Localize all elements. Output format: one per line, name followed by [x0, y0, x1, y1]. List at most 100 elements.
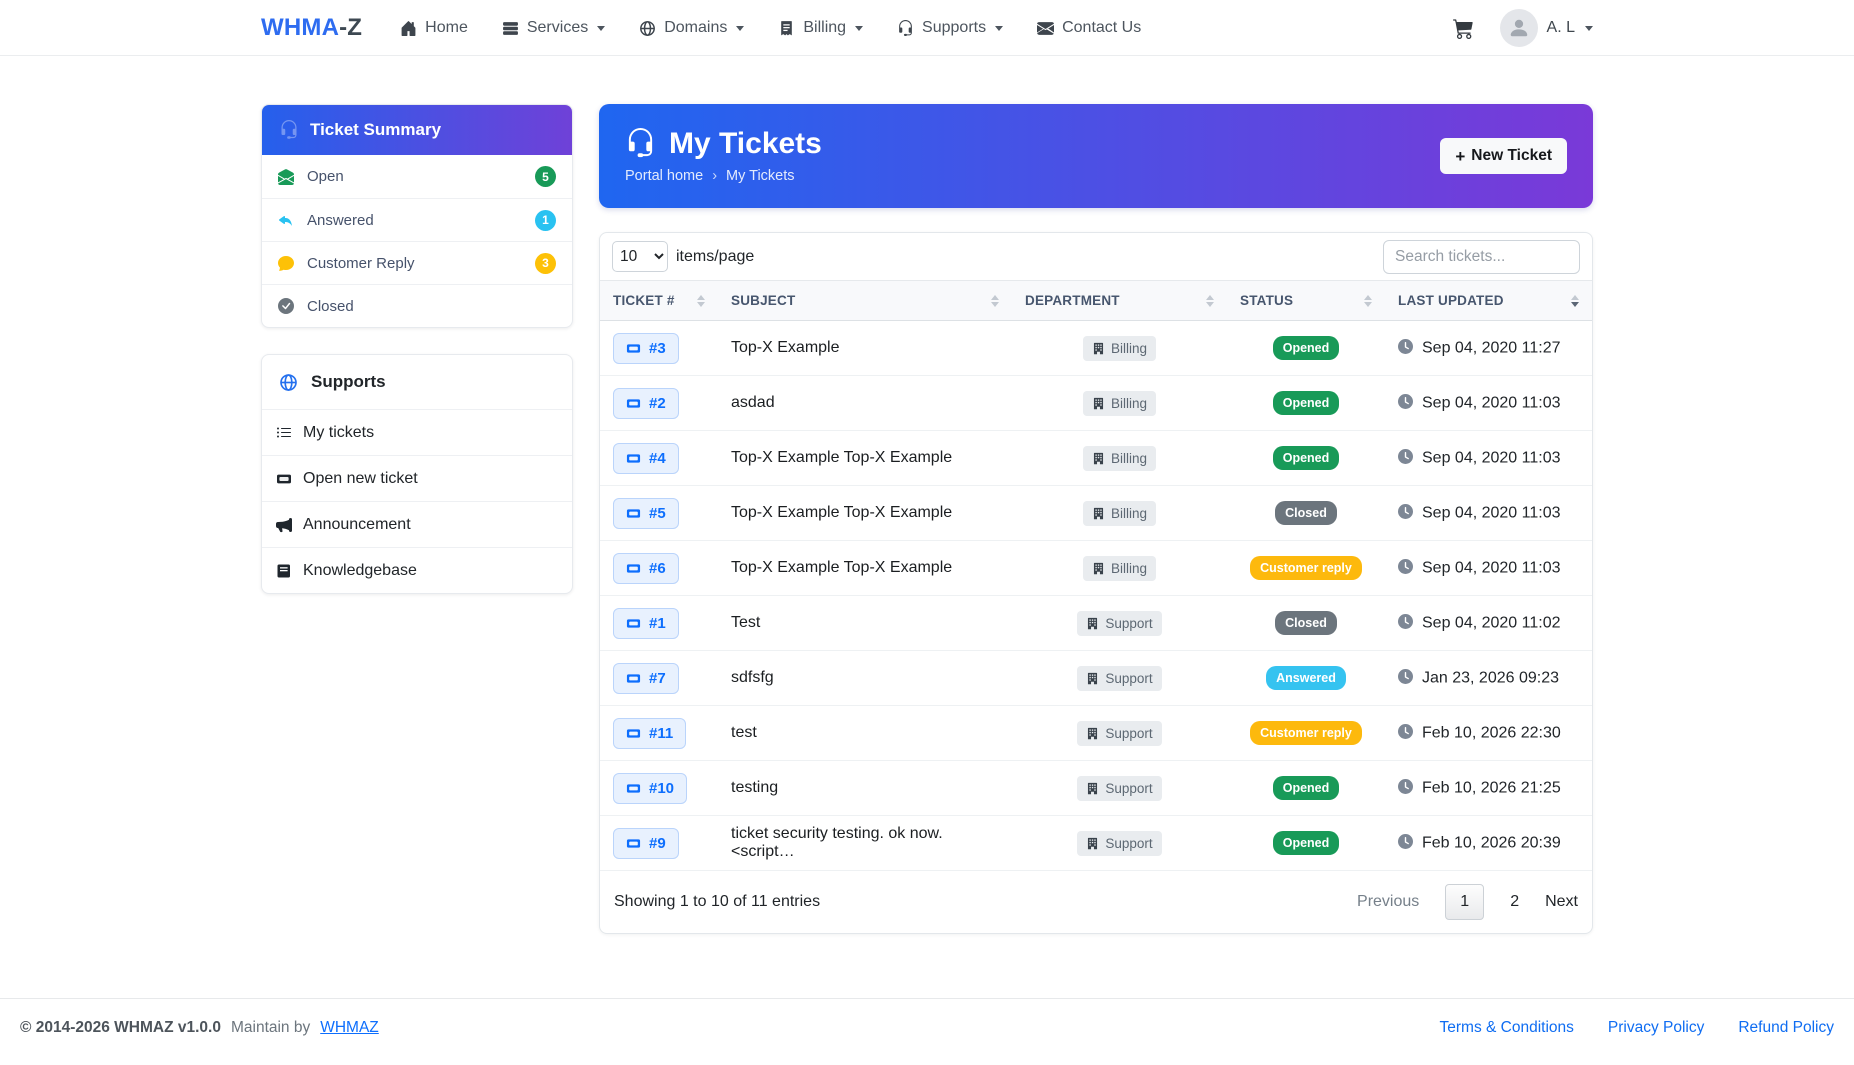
sort-icon[interactable] — [1364, 294, 1372, 307]
reply-icon — [278, 212, 294, 228]
column-header-subject[interactable]: SUBJECT — [718, 280, 1012, 321]
maintainer-link[interactable]: WHMAZ — [320, 1019, 379, 1037]
supports-item-announcement[interactable]: Announcement — [262, 501, 572, 547]
ticket-icon — [626, 671, 641, 686]
ticket-subject-link[interactable]: asdad — [731, 394, 775, 411]
chevron-down-icon — [1585, 25, 1593, 31]
new-ticket-button[interactable]: + New Ticket — [1440, 138, 1567, 174]
sidebar: Ticket Summary Open 5 Answered 1 Customer Re… — [261, 104, 573, 594]
column-header-ticket[interactable]: TICKET # — [600, 280, 718, 321]
ticket-subject-link[interactable]: Test — [731, 614, 760, 631]
pagination-page-1[interactable]: 1 — [1445, 884, 1485, 920]
ticket-number-link[interactable]: #5 — [613, 497, 679, 529]
ticket-subject-link[interactable]: Top-X Example Top-X Example — [731, 504, 952, 521]
supports-menu-title: Supports — [311, 372, 386, 391]
page-size-select[interactable]: 10 — [612, 241, 668, 272]
home-icon — [400, 20, 417, 37]
summary-item-customer-reply[interactable]: Customer Reply 3 — [262, 241, 572, 284]
brand-logo[interactable]: WHMA-Z — [261, 14, 362, 42]
chevron-down-icon — [736, 25, 745, 31]
ticket-number-link[interactable]: #11 — [613, 717, 687, 749]
footer-link-privacy-policy[interactable]: Privacy Policy — [1608, 1019, 1704, 1037]
status-badge: Opened — [1272, 831, 1340, 855]
page-title: My Tickets — [669, 126, 822, 160]
status-badge: Answered — [1266, 666, 1346, 690]
count-badge: 3 — [535, 252, 556, 274]
ticket-summary-header: Ticket Summary — [262, 105, 572, 155]
main-nav: Home Services Domains Billing Supports Contac… — [400, 19, 1175, 37]
supports-item-open-new-ticket[interactable]: Open new ticket — [262, 455, 572, 501]
ticket-subject-link[interactable]: test — [731, 724, 757, 741]
footer-link-refund-policy[interactable]: Refund Policy — [1738, 1019, 1834, 1037]
ticket-number-link[interactable]: #4 — [613, 442, 679, 474]
ticket-number-link[interactable]: #9 — [613, 827, 679, 859]
ticket-icon — [626, 506, 641, 521]
building-icon — [1086, 837, 1099, 850]
ticket-row: #3 Top-X Example Billing Opened Sep 04, … — [600, 320, 1592, 376]
clock-icon — [1398, 668, 1413, 684]
supports-item-knowledgebase[interactable]: Knowledgebase — [262, 547, 572, 593]
building-icon — [1086, 782, 1099, 795]
count-badge: 1 — [535, 209, 556, 231]
sort-icon[interactable] — [1571, 294, 1579, 307]
column-header-last-updated[interactable]: LAST UPDATED — [1385, 280, 1592, 321]
ticket-number-link[interactable]: #3 — [613, 332, 679, 364]
ticket-subject-link[interactable]: Top-X Example Top-X Example — [731, 449, 952, 466]
ticket-subject-link[interactable]: Top-X Example Top-X Example — [731, 559, 952, 576]
list-icon — [276, 425, 292, 441]
summary-item-closed[interactable]: Closed — [262, 284, 572, 327]
ticket-icon — [626, 451, 641, 466]
ticket-subject-link[interactable]: ticket security testing. ok now. <script… — [731, 825, 943, 860]
department-badge: Support — [1077, 775, 1162, 801]
nav-item-supports[interactable]: Supports — [897, 19, 1004, 37]
supports-item-my-tickets[interactable]: My tickets — [262, 409, 572, 455]
ticket-icon — [626, 726, 641, 741]
ticket-row: #1 Test Support Closed Sep 04, 2020 11:0… — [600, 595, 1592, 651]
pagination-page-2[interactable]: 2 — [1510, 893, 1519, 911]
ticket-row: #7 sdfsfg Support Answered Jan 23, 2026 … — [600, 650, 1592, 706]
ticket-row: #6 Top-X Example Top-X Example Billing C… — [600, 540, 1592, 596]
user-menu[interactable]: A. L — [1499, 9, 1593, 47]
ticket-row: #2 asdad Billing Opened Sep 04, 2020 11:… — [600, 375, 1592, 431]
ticket-number-link[interactable]: #1 — [613, 607, 679, 639]
footer-link-terms-conditions[interactable]: Terms & Conditions — [1440, 1019, 1574, 1037]
nav-item-contact-us[interactable]: Contact Us — [1037, 19, 1141, 37]
summary-item-answered[interactable]: Answered 1 — [262, 198, 572, 241]
ticket-number-link[interactable]: #10 — [613, 772, 688, 804]
globe-icon — [639, 20, 656, 37]
items-per-page-label: items/page — [676, 247, 755, 265]
column-header-department[interactable]: DEPARTMENT — [1012, 280, 1227, 321]
ticket-summary-card: Ticket Summary Open 5 Answered 1 Customer Re… — [261, 104, 573, 328]
page-header: My Tickets Portal home › My Tickets + Ne… — [599, 104, 1593, 208]
nav-item-domains[interactable]: Domains — [639, 19, 745, 37]
nav-item-home[interactable]: Home — [400, 19, 468, 37]
ticket-number-link[interactable]: #2 — [613, 387, 679, 419]
ticket-number-link[interactable]: #6 — [613, 552, 679, 584]
pagination-previous[interactable]: Previous — [1357, 893, 1419, 911]
clock-icon — [1398, 833, 1413, 849]
status-badge: Opened — [1272, 336, 1340, 360]
site-footer: © 2014-2026 WHMAZ v1.0.0 Maintain by WHM… — [0, 998, 1854, 1065]
ticket-number-link[interactable]: #7 — [613, 662, 679, 694]
ticket-subject-link[interactable]: sdfsfg — [731, 669, 774, 686]
pagination-next[interactable]: Next — [1545, 893, 1578, 911]
globe-icon — [279, 373, 298, 392]
chevron-down-icon — [597, 25, 606, 31]
ticket-subject-link[interactable]: testing — [731, 779, 778, 796]
sort-icon[interactable] — [1206, 294, 1214, 307]
sort-icon[interactable] — [991, 294, 999, 307]
search-input[interactable] — [1383, 239, 1580, 274]
user-name: A. L — [1546, 19, 1575, 36]
cart-icon[interactable] — [1452, 18, 1474, 39]
sort-icon[interactable] — [697, 294, 705, 307]
building-icon — [1092, 342, 1105, 355]
column-header-status[interactable]: STATUS — [1227, 280, 1385, 321]
department-badge: Billing — [1082, 335, 1157, 361]
nav-item-services[interactable]: Services — [502, 19, 606, 37]
department-badge: Support — [1077, 665, 1162, 691]
breadcrumb-portal-home[interactable]: Portal home — [625, 168, 703, 184]
ticket-subject-link[interactable]: Top-X Example — [731, 339, 840, 356]
nav-item-billing[interactable]: Billing — [778, 19, 864, 37]
headset-icon — [625, 128, 656, 159]
summary-item-open[interactable]: Open 5 — [262, 155, 572, 198]
